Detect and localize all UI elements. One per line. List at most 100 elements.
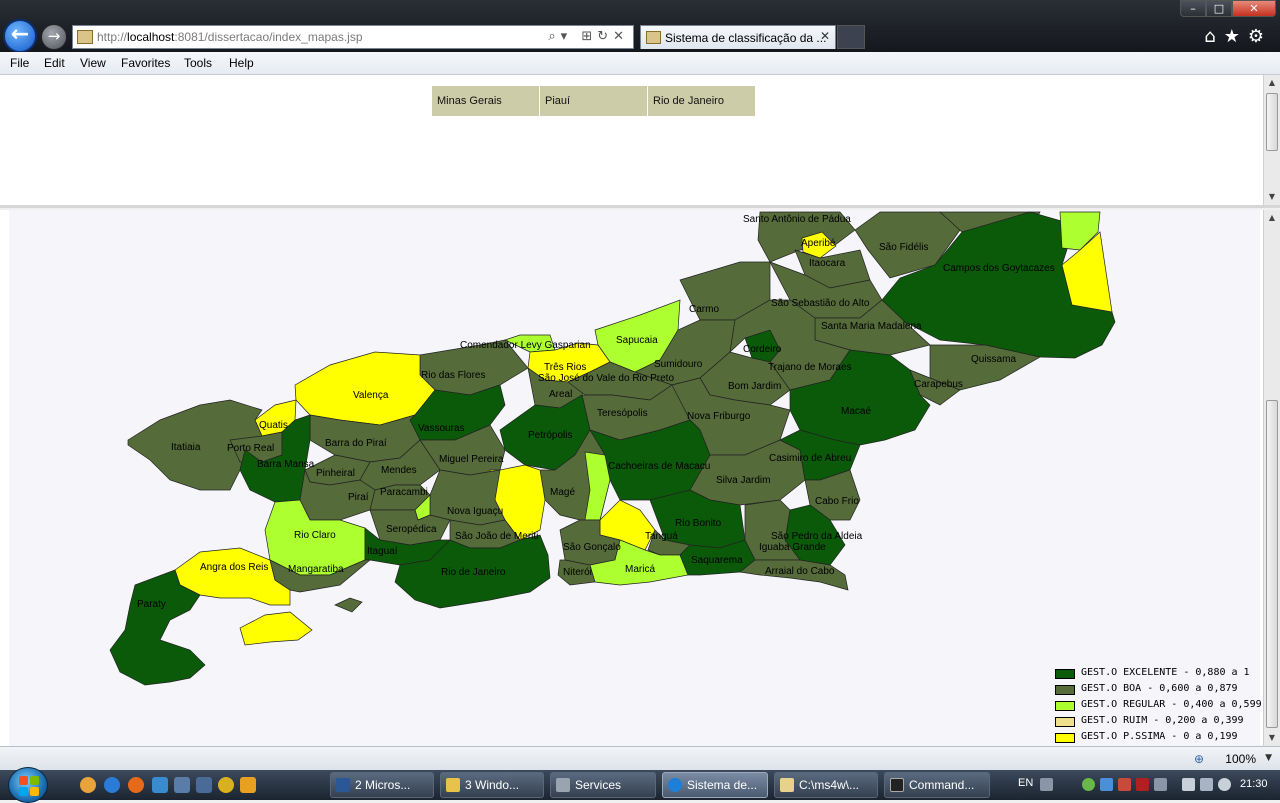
label-bom-jardim: Bom Jardim bbox=[728, 381, 781, 392]
device-icon[interactable] bbox=[1182, 778, 1195, 791]
media-icon[interactable] bbox=[240, 777, 256, 793]
label-sao-pedro-da-aldeia: São Pedro da Aldeia bbox=[771, 531, 863, 542]
taskbar-word[interactable]: 2 Micros... bbox=[330, 772, 434, 798]
label-rio-claro: Rio Claro bbox=[294, 530, 336, 541]
start-button[interactable] bbox=[8, 767, 48, 803]
ie-icon[interactable] bbox=[104, 777, 120, 793]
taskbar-explorer[interactable]: 3 Windo... bbox=[440, 772, 544, 798]
label-itatiaia: Itatiaia bbox=[171, 442, 201, 453]
label-itaguai: Itaguaí bbox=[367, 546, 398, 557]
region-small-islands bbox=[334, 597, 363, 613]
label-porto-real: Porto Real bbox=[227, 443, 274, 454]
taskbar-label: 2 Micros... bbox=[355, 778, 411, 792]
language-indicator[interactable]: EN bbox=[1018, 777, 1033, 789]
legend-swatch-ruim bbox=[1055, 717, 1075, 727]
clock[interactable]: 21:30 bbox=[1240, 778, 1268, 790]
legend-label: GEST.O REGULAR - 0,400 a 0,599 bbox=[1081, 699, 1262, 710]
zoom-dropdown-icon[interactable]: ▼ bbox=[1265, 753, 1272, 763]
label-miguel-pereira: Miguel Pereira bbox=[439, 454, 504, 465]
system-tray: EN 21:30 bbox=[1010, 770, 1280, 800]
legend-label: GEST.O EXCELENTE - 0,880 a 1 bbox=[1081, 667, 1250, 678]
label-sumidouro: Sumidouro bbox=[654, 359, 703, 370]
label-carapebus: Carapebus bbox=[914, 379, 963, 390]
scroll-up-icon[interactable]: ▲ bbox=[1264, 210, 1280, 226]
label-petropolis: Petrópolis bbox=[528, 430, 572, 441]
label-sao-goncalo: São Gonçalo bbox=[563, 542, 621, 553]
word-icon bbox=[336, 778, 350, 792]
network-icon[interactable] bbox=[1118, 778, 1131, 791]
label-marica: Maricá bbox=[625, 564, 655, 575]
label-saquarema: Saquarema bbox=[691, 555, 743, 566]
label-mangaratiba: Mangaratiba bbox=[288, 564, 344, 575]
map-frame-scrollbar[interactable]: ▲ ▼ bbox=[1263, 210, 1280, 746]
label-sao-joao-de-meriti: São João de Meriti bbox=[455, 531, 538, 542]
battery-icon[interactable] bbox=[1200, 778, 1213, 791]
label-silva-jardim: Silva Jardim bbox=[716, 475, 770, 486]
legend-label: GEST.O P.SSIMA - 0 a 0,199 bbox=[1081, 731, 1238, 742]
label-paracambi: Paracambi bbox=[380, 487, 428, 498]
terminal-icon bbox=[890, 778, 904, 792]
legend-swatch-pessima bbox=[1055, 733, 1075, 743]
volume-icon[interactable] bbox=[1218, 778, 1231, 791]
label-casimiro-de-abreu: Casimiro de Abreu bbox=[769, 453, 851, 464]
chrome-icon[interactable] bbox=[80, 777, 96, 793]
map-canvas[interactable]: Santo Antônio de Pádua Aperibé Itaocara … bbox=[9, 210, 1262, 746]
label-santa-maria-madalena: Santa Maria Madalena bbox=[821, 321, 922, 332]
taskbar-services[interactable]: Services bbox=[550, 772, 656, 798]
desktop-icon[interactable] bbox=[174, 777, 190, 793]
label-areal: Areal bbox=[549, 389, 572, 400]
legend-label: GEST.O RUIM - 0,200 a 0,399 bbox=[1081, 715, 1244, 726]
label-aperibe: Aperibé bbox=[801, 238, 836, 249]
map-frame: Santo Antônio de Pádua Aperibé Itaocara … bbox=[0, 210, 1280, 746]
label-pirai: Piraí bbox=[348, 492, 369, 503]
zoom-icon[interactable]: ⊕ bbox=[1194, 752, 1204, 766]
taskbar: 2 Micros... 3 Windo... Services Sistema … bbox=[0, 767, 1280, 803]
label-barra-do-pirai: Barra do Piraí bbox=[325, 438, 387, 449]
taskbar-command[interactable]: Command... bbox=[884, 772, 990, 798]
label-nova-friburgo: Nova Friburgo bbox=[687, 411, 751, 422]
security-icon[interactable] bbox=[1082, 778, 1095, 791]
pdf-icon[interactable] bbox=[1136, 778, 1149, 791]
taskbar-label: Services bbox=[575, 778, 622, 792]
label-niteroi: Niterói bbox=[563, 567, 592, 578]
zoom-level[interactable]: 100% bbox=[1225, 752, 1256, 766]
label-comendador-levy-gasparian: Comendador Levy Gasparian bbox=[460, 340, 591, 351]
windows-logo-icon bbox=[19, 776, 39, 796]
label-arraial-do-cabo: Arraial do Cabo bbox=[765, 566, 835, 577]
window-icon[interactable] bbox=[196, 777, 212, 793]
label-nova-iguacu: Nova Iguaçu bbox=[447, 506, 503, 517]
music-icon[interactable] bbox=[1154, 778, 1167, 791]
taskbar-label: 3 Windo... bbox=[465, 778, 520, 792]
region-ilha-grande bbox=[239, 611, 313, 646]
label-mage: Magé bbox=[550, 487, 575, 498]
label-paraty: Paraty bbox=[137, 599, 166, 610]
keyboard-icon[interactable] bbox=[1040, 778, 1053, 791]
scroll-down-icon[interactable]: ▼ bbox=[1264, 730, 1280, 746]
taskbar-label: Command... bbox=[909, 778, 975, 792]
label-sapucaia: Sapucaia bbox=[616, 335, 658, 346]
legend-label: GEST.O BOA - 0,600 a 0,879 bbox=[1081, 683, 1238, 694]
search-icon[interactable] bbox=[152, 777, 168, 793]
label-quatis: Quatis bbox=[259, 420, 288, 431]
label-mendes: Mendes bbox=[381, 465, 417, 476]
legend-swatch-excelente bbox=[1055, 669, 1075, 679]
label-macae: Macaé bbox=[841, 406, 871, 417]
label-rio-das-flores: Rio das Flores bbox=[421, 370, 485, 381]
firefox-icon[interactable] bbox=[128, 777, 144, 793]
taskbar-folder[interactable]: C:\ms4w\... bbox=[774, 772, 878, 798]
label-rio-de-janeiro: Rio de Janeiro bbox=[441, 567, 506, 578]
label-trajano-de-moraes: Trajano de Moraes bbox=[768, 362, 852, 373]
gear-icon bbox=[556, 778, 570, 792]
scroll-thumb[interactable] bbox=[1266, 400, 1278, 728]
region-valenca bbox=[294, 351, 436, 426]
app-icon[interactable] bbox=[218, 777, 234, 793]
folder-icon bbox=[446, 778, 460, 792]
label-sao-fidelis: São Fidélis bbox=[879, 242, 928, 253]
label-valenca: Valença bbox=[353, 390, 389, 401]
taskbar-ie-active[interactable]: Sistema de... bbox=[662, 772, 768, 798]
label-iguaba-grande: Iguaba Grande bbox=[759, 542, 826, 553]
label-pinheiral: Pinheiral bbox=[316, 468, 355, 479]
label-tangua: Tanguá bbox=[645, 531, 678, 542]
user-icon[interactable] bbox=[1100, 778, 1113, 791]
status-bar: ⊕ 100% ▼ bbox=[0, 746, 1280, 770]
